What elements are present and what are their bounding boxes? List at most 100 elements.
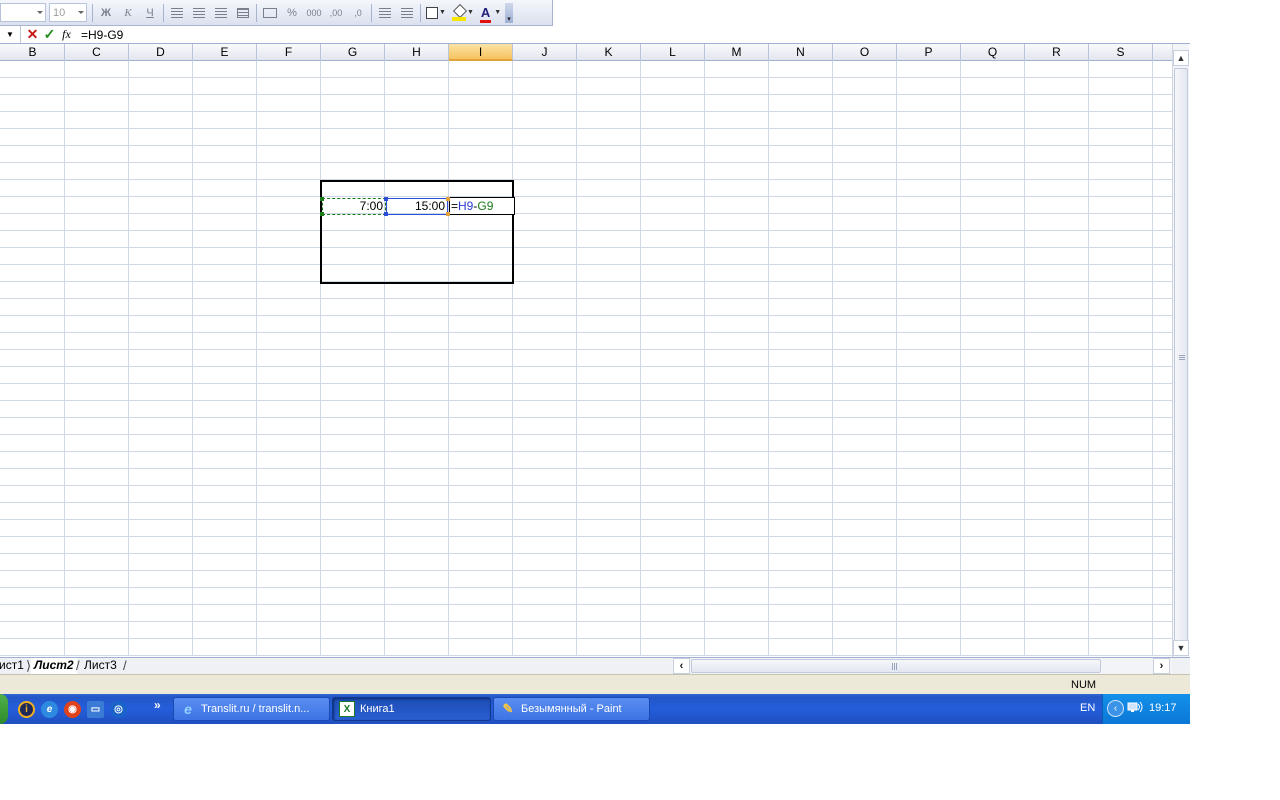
worksheet-grid[interactable]: 7:00 15:00 =H9-G9 [0,61,1172,656]
windows-media-icon[interactable]: ◎ [110,701,127,718]
column-header-q[interactable]: Q [961,44,1025,61]
outdent-icon [379,7,391,18]
horizontal-scrollbar[interactable]: ‹ › [672,658,1172,675]
column-header-j[interactable]: J [513,44,577,61]
increase-decimal-button[interactable]: ,00 [325,3,347,23]
vertical-scroll-thumb[interactable] [1174,68,1188,648]
range-handle[interactable] [384,212,388,216]
borders-button[interactable]: ▼ [423,3,449,23]
fill-color-icon [452,6,467,21]
column-header-s[interactable]: S [1089,44,1153,61]
scroll-right-button[interactable]: › [1153,658,1170,674]
opera-browser-icon[interactable]: ◉ [64,701,81,718]
align-right-button[interactable] [210,3,232,23]
cell-g9[interactable]: 7:00 [322,198,386,215]
column-header-i[interactable]: I [449,44,513,61]
column-header-r[interactable]: R [1025,44,1089,61]
bold-button[interactable]: Ж [95,3,117,23]
align-center-button[interactable] [188,3,210,23]
toolbar-separator [92,3,93,22]
formula-input[interactable]: =H9-G9 [75,28,123,42]
column-header-k[interactable]: K [577,44,641,61]
chevron-down-icon: ▼ [467,9,474,16]
taskbar-button-paint[interactable]: ✎ Безымянный - Paint [493,697,650,721]
enter-check-icon[interactable]: ✓ [41,26,58,43]
system-clock[interactable]: 19:17 [1149,702,1177,714]
toolbar-options-button[interactable]: ▾ [505,2,513,23]
formula-bar: ▼ ✕ ✓ fx =H9-G9 [0,26,1190,44]
column-header-b[interactable]: B [1,44,65,61]
range-handle[interactable] [446,197,450,201]
tab-divider: / [123,658,127,673]
align-center-icon [193,7,205,18]
decrease-indent-button[interactable] [374,3,396,23]
chevron-down-icon [78,11,84,14]
column-header-h[interactable]: H [385,44,449,61]
font-size-dropdown[interactable]: 10 [49,3,87,22]
name-box-dropdown[interactable]: ▼ [0,26,20,43]
cancel-icon[interactable]: ✕ [24,26,41,43]
increase-indent-button[interactable] [396,3,418,23]
column-header-c[interactable]: C [65,44,129,61]
sheet-tab-3[interactable]: Лист3 [81,658,120,674]
decrease-decimal-button[interactable]: ,0 [347,3,369,23]
chevron-down-icon: ▼ [439,9,446,16]
internet-explorer-icon[interactable]: e [41,701,58,718]
horizontal-scroll-thumb[interactable] [691,659,1101,673]
column-header-d[interactable]: D [129,44,193,61]
merge-center-button[interactable] [232,3,254,23]
sheet-tab-1[interactable]: ист1 [0,658,27,674]
column-header-e[interactable]: E [193,44,257,61]
quicklaunch-more-icon[interactable]: » [154,698,161,712]
scroll-down-button[interactable]: ▼ [1173,640,1189,656]
column-header-o[interactable]: O [833,44,897,61]
info-icon[interactable]: i [18,701,35,718]
show-hidden-icons-icon[interactable]: ‹ [1107,700,1124,717]
toolbar-separator [163,3,164,22]
column-header-l[interactable]: L [641,44,705,61]
column-header-n[interactable]: N [769,44,833,61]
start-button[interactable] [0,694,8,724]
range-handle[interactable] [446,212,450,216]
font-color-button[interactable]: A ▼ [477,3,505,23]
range-handle[interactable] [384,197,388,201]
column-header-g[interactable]: G [321,44,385,61]
fill-color-button[interactable]: ▼ [449,3,477,23]
percent-button[interactable]: % [281,3,303,23]
excel-window: 10 Ж К Ч % 000 ,00 ,0 ▼ ▼ A ▼ ▾ ▼ ✕ ✓ fx … [0,0,1190,724]
font-color-icon: A [479,5,492,23]
formatting-toolbar: 10 Ж К Ч % 000 ,00 ,0 ▼ ▼ A ▼ ▾ [0,0,553,26]
paint-icon: ✎ [502,701,514,716]
column-header-m[interactable]: M [705,44,769,61]
column-header-f[interactable]: F [257,44,321,61]
vertical-scrollbar[interactable]: ▲ ▼ [1172,44,1189,657]
taskbar-button-label: Книга1 [360,703,395,715]
scroll-up-button[interactable]: ▲ [1173,50,1189,66]
range-handle[interactable] [320,197,324,201]
grip-icon [892,663,898,670]
cell-i9-editor[interactable]: =H9-G9 [449,197,515,215]
italic-button[interactable]: К [117,3,139,23]
align-left-button[interactable] [166,3,188,23]
insert-function-icon[interactable]: fx [58,26,75,43]
thousands-button[interactable]: 000 [303,3,325,23]
font-name-dropdown[interactable] [0,3,46,22]
language-indicator[interactable]: EN [1080,702,1095,714]
indent-icon [401,7,413,18]
font-size-value: 10 [53,6,66,19]
scroll-left-button[interactable]: ‹ [673,658,690,674]
chevron-down-icon: ▼ [494,9,502,16]
column-header-p[interactable]: P [897,44,961,61]
formula-ref-h9: H9 [458,199,474,213]
taskbar-button-excel[interactable]: X Книга1 [332,697,491,721]
merge-center-icon [237,7,249,18]
sheet-tab-bar: ист1 ⟩ Лист2 / Лист3 / ‹ › [0,657,1190,675]
range-handle[interactable] [320,212,324,216]
show-desktop-icon[interactable]: ▭ [87,701,104,718]
sheet-tab-2[interactable]: Лист2 [31,658,77,674]
cell-h9[interactable]: 15:00 [386,198,448,215]
currency-button[interactable] [259,3,281,23]
taskbar-button-translit[interactable]: e Translit.ru / translit.n... [173,697,330,721]
underline-button[interactable]: Ч [139,3,161,23]
network-icon[interactable] [1127,701,1143,715]
